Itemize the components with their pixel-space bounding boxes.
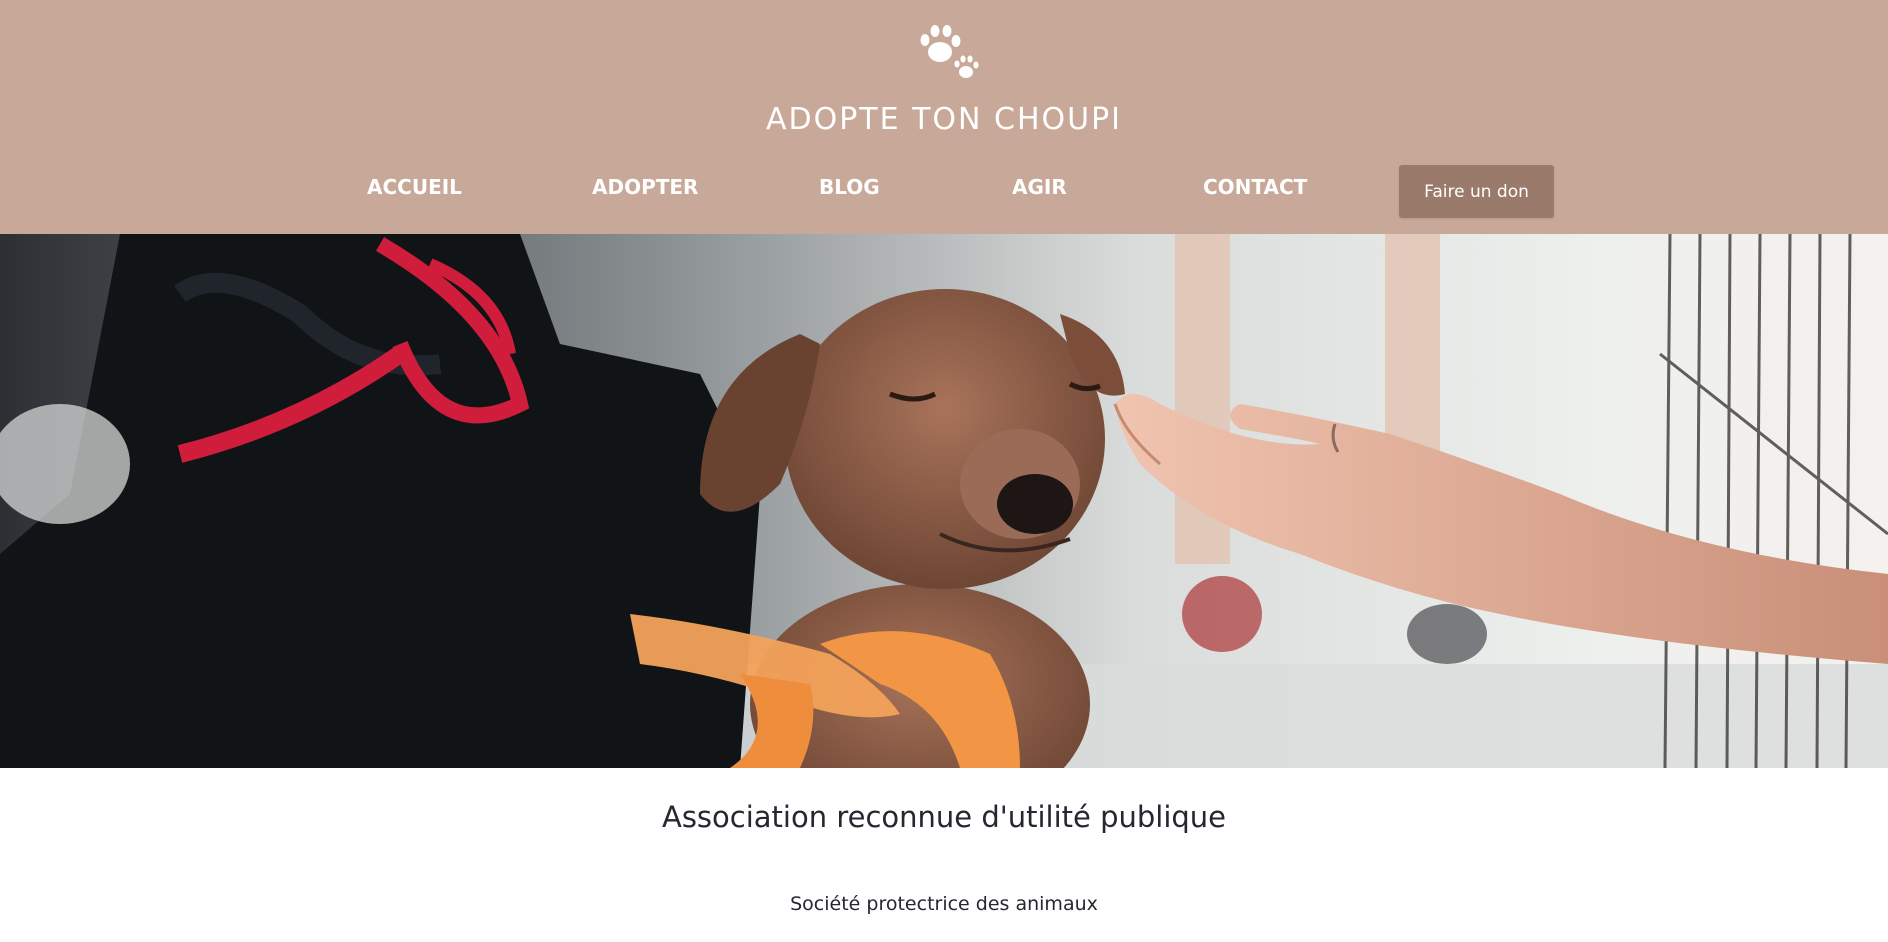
- hero-image: [0, 234, 1888, 768]
- donate-button[interactable]: Faire un don: [1399, 165, 1554, 218]
- paw-prints-icon[interactable]: [914, 22, 982, 84]
- nav-blog[interactable]: BLOG: [819, 175, 880, 199]
- nav-accueil[interactable]: ACCUEIL: [367, 175, 462, 199]
- association-heading: Association reconnue d'utilité publique: [661, 800, 1227, 834]
- nav-adopter[interactable]: ADOPTER: [592, 175, 698, 199]
- nav-agir[interactable]: AGIR: [1012, 175, 1067, 199]
- nav-contact[interactable]: CONTACT: [1203, 175, 1307, 199]
- site-header: ADOPTE TON CHOUPI ACCUEIL ADOPTER BLOG A…: [0, 0, 1888, 234]
- site-title[interactable]: ADOPTE TON CHOUPI: [0, 102, 1888, 137]
- association-subheading: Société protectrice des animaux: [790, 893, 1098, 915]
